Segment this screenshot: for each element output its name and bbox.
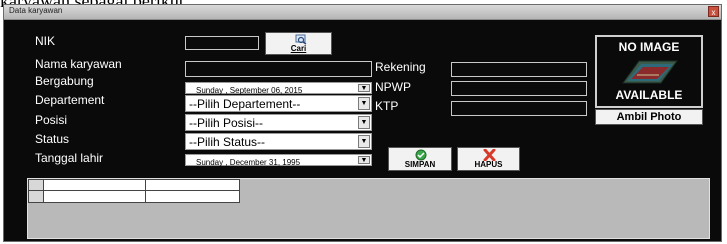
books-icon (622, 60, 678, 84)
window-titlebar: Data karyawan x (4, 5, 721, 20)
tanggal-lahir-date-value: Sunday , December 31, 1995 (196, 158, 301, 167)
posisi-select[interactable]: --Pilih Posisi-- ▼ (185, 114, 372, 131)
chevron-down-icon[interactable]: ▼ (358, 84, 370, 92)
photo-placeholder: NO IMAGE AVAILABLE (595, 35, 703, 108)
nik-input[interactable] (185, 36, 259, 50)
data-karyawan-window: Data karyawan x NIK Nama karyawan Bergab… (3, 4, 722, 242)
chevron-down-icon[interactable]: ▼ (358, 135, 370, 148)
grid-cell[interactable] (145, 190, 240, 203)
grid-row-header[interactable] (28, 190, 44, 203)
close-icon[interactable]: x (708, 6, 719, 17)
simpan-button-label: SIMPAN (404, 160, 436, 169)
nik-label: NIK (35, 34, 56, 48)
departement-label: Departement (35, 93, 105, 107)
chevron-down-icon[interactable]: ▼ (358, 97, 370, 110)
cari-button[interactable]: Cari (265, 32, 332, 55)
available-text: AVAILABLE (615, 88, 683, 102)
bergabung-date-picker[interactable]: Sunday , September 06, 2015 ▼ (185, 82, 372, 95)
hapus-button-label: HAPUS (474, 160, 503, 169)
status-select[interactable]: --Pilih Status-- ▼ (185, 133, 372, 150)
window-title: Data karyawan (9, 6, 63, 15)
status-select-value: --Pilih Status-- (189, 135, 266, 149)
rekening-input[interactable] (451, 62, 587, 77)
tanggal-lahir-label: Tanggal lahir (35, 151, 104, 165)
posisi-select-value: --Pilih Posisi-- (189, 116, 264, 130)
npwp-label: NPWP (375, 80, 411, 94)
nama-karyawan-input[interactable] (185, 61, 372, 77)
cari-button-label: Cari (290, 44, 307, 53)
status-label: Status (35, 132, 70, 146)
ambil-photo-button[interactable]: Ambil Photo (595, 109, 703, 125)
nama-karyawan-label: Nama karyawan (35, 57, 122, 71)
simpan-button[interactable]: SIMPAN (388, 147, 452, 171)
npwp-input[interactable] (451, 81, 587, 96)
bergabung-label: Bergabung (35, 74, 94, 88)
tanggal-lahir-date-picker[interactable]: Sunday , December 31, 1995 ▼ (185, 154, 372, 167)
bergabung-date-value: Sunday , September 06, 2015 (196, 86, 303, 95)
grid-cell[interactable] (43, 190, 146, 203)
rekening-label: Rekening (375, 60, 426, 74)
hapus-button[interactable]: HAPUS (457, 147, 520, 171)
posisi-label: Posisi (35, 113, 68, 127)
ktp-label: KTP (375, 99, 399, 113)
departement-select-value: --Pilih Departement-- (189, 97, 301, 111)
no-image-text: NO IMAGE (618, 40, 680, 54)
departement-select[interactable]: --Pilih Departement-- ▼ (185, 95, 372, 112)
karyawan-data-grid[interactable] (27, 178, 710, 239)
ktp-input[interactable] (451, 101, 587, 116)
chevron-down-icon[interactable]: ▼ (358, 116, 370, 129)
chevron-down-icon[interactable]: ▼ (358, 156, 370, 164)
